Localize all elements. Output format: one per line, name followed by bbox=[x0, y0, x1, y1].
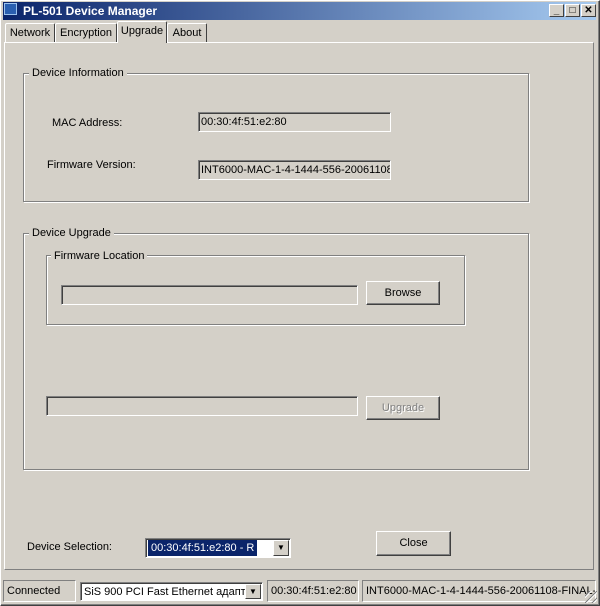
close-button[interactable]: Close bbox=[376, 531, 451, 556]
device-selection-dropdown[interactable]: 00:30:4f:51:e2:80 - R bbox=[145, 538, 291, 558]
browse-button[interactable]: Browse bbox=[366, 281, 440, 305]
tab-about[interactable]: About bbox=[167, 23, 207, 42]
device-information-legend: Device Information bbox=[29, 67, 127, 80]
app-icon bbox=[4, 3, 17, 15]
adapter-chevron-down-icon[interactable]: ▼ bbox=[245, 584, 261, 599]
tab-upgrade[interactable]: Upgrade bbox=[117, 21, 167, 43]
resize-grip[interactable] bbox=[585, 591, 597, 603]
adapter-dropdown[interactable]: SiS 900 PCI Fast Ethernet адаптер bbox=[80, 582, 263, 601]
firmware-version-label: Firmware Version: bbox=[47, 159, 136, 171]
upgrade-button[interactable]: Upgrade bbox=[366, 396, 440, 420]
firmware-location-legend: Firmware Location bbox=[51, 250, 148, 263]
status-mac: 00:30:4f:51:e2:80 bbox=[267, 580, 359, 602]
firmware-version-field: INT6000-MAC-1-4-1444-556-20061108-F bbox=[198, 160, 391, 180]
close-window-button[interactable]: ✕ bbox=[581, 4, 596, 17]
device-selection-value: 00:30:4f:51:e2:80 - R bbox=[148, 540, 258, 556]
title-bar[interactable]: PL-501 Device Manager bbox=[3, 2, 596, 20]
adapter-value: SiS 900 PCI Fast Ethernet адаптер bbox=[84, 586, 258, 598]
mac-address-field: 00:30:4f:51:e2:80 bbox=[198, 112, 391, 132]
tab-encryption[interactable]: Encryption bbox=[55, 23, 117, 42]
firmware-location-input[interactable] bbox=[61, 285, 358, 305]
status-firmware: INT6000-MAC-1-4-1444-556-20061108-FINAL-… bbox=[362, 580, 596, 602]
maximize-button[interactable]: □ bbox=[565, 4, 580, 17]
device-upgrade-legend: Device Upgrade bbox=[29, 227, 114, 240]
minimize-button[interactable]: _ bbox=[549, 4, 564, 17]
device-selection-chevron-down-icon[interactable]: ▼ bbox=[273, 540, 289, 556]
upgrade-progress-field bbox=[46, 396, 358, 416]
tab-network[interactable]: Network bbox=[5, 23, 55, 42]
mac-address-label: MAC Address: bbox=[52, 117, 123, 129]
status-connection: Connected bbox=[3, 580, 76, 602]
device-information-group bbox=[23, 73, 529, 202]
window-title: PL-501 Device Manager bbox=[23, 4, 158, 18]
device-selection-label: Device Selection: bbox=[27, 541, 112, 553]
